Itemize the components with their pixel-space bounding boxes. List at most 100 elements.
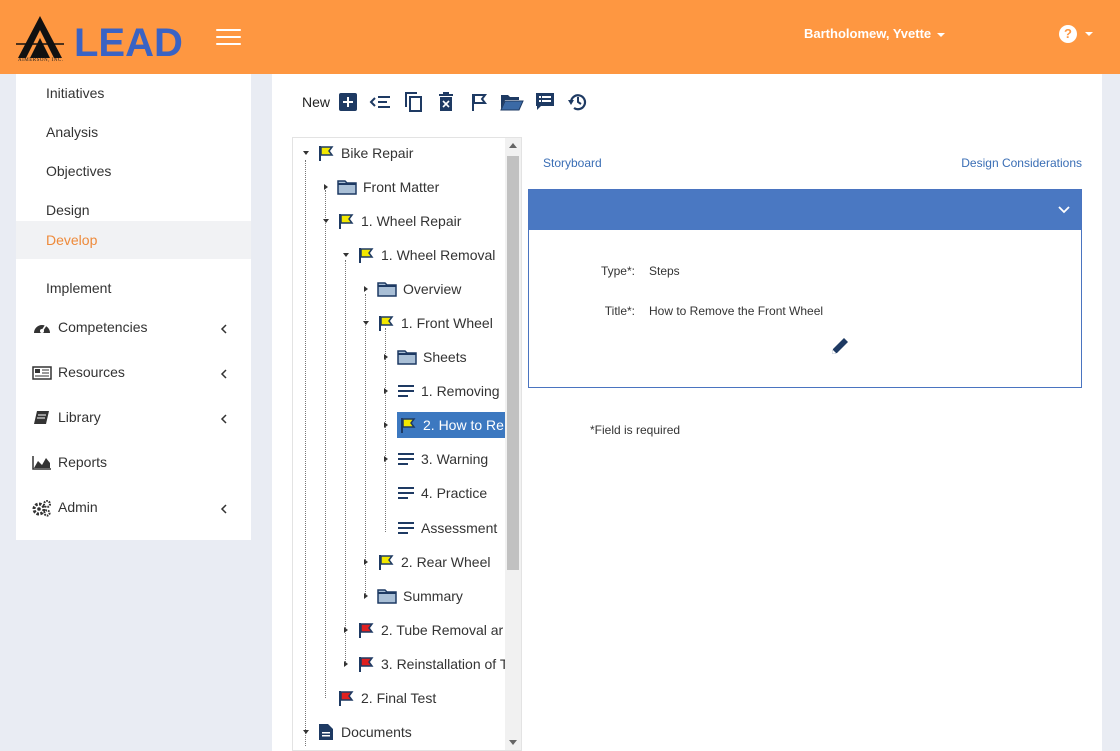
tree-node[interactable]: 1. Front Wheel: [361, 310, 493, 336]
chevron-left-icon: [220, 324, 227, 334]
expand-toggle[interactable]: [361, 284, 371, 294]
expand-toggle[interactable]: [321, 182, 331, 192]
newspaper-icon: [32, 366, 52, 380]
content-tree[interactable]: Bike Repair Front Matter 1. Wheel Repair…: [292, 137, 522, 751]
indent-button[interactable]: [368, 90, 392, 114]
tree-scrollbar-thumb[interactable]: [507, 156, 519, 570]
caret-down-icon: [1085, 32, 1093, 36]
flag-icon: [472, 94, 488, 111]
panel-header[interactable]: [529, 190, 1081, 230]
new-label: New: [302, 94, 331, 110]
tree-toolbar: New: [302, 90, 599, 114]
expand-toggle[interactable]: [341, 659, 351, 669]
text-lines-icon: [398, 522, 414, 534]
sidebar: Initiatives Analysis Objectives Design D…: [16, 74, 251, 540]
flag-red-icon: [359, 623, 374, 638]
scroll-up-icon[interactable]: [509, 143, 517, 148]
nav-label: Admin: [58, 499, 98, 515]
comment-list-icon: [536, 93, 555, 110]
copy-button[interactable]: [401, 90, 425, 114]
expand-toggle[interactable]: [381, 386, 391, 396]
logo-mark-icon: LEAD: [16, 16, 183, 65]
logo-subtitle: AIMERSON, INC.: [18, 58, 64, 63]
help-menu-dropdown[interactable]: ?: [1059, 25, 1093, 43]
caret-right-icon: [384, 422, 388, 428]
tree-node[interactable]: 2. Rear Wheel: [361, 549, 490, 575]
sidebar-item-analysis[interactable]: Analysis: [16, 113, 251, 151]
user-menu-dropdown[interactable]: Bartholomew, Yvette: [804, 26, 946, 41]
area-chart-icon: [32, 456, 51, 470]
tree-node[interactable]: Assessment: [381, 515, 497, 541]
tree-node[interactable]: Front Matter: [321, 174, 439, 200]
expand-toggle[interactable]: [341, 250, 351, 260]
document-icon: [319, 724, 333, 740]
expand-toggle[interactable]: [341, 625, 351, 635]
history-button[interactable]: [566, 90, 590, 114]
flag-red-icon: [359, 657, 374, 672]
tree-node[interactable]: 3. Warning: [381, 446, 488, 472]
chevron-left-icon: [220, 504, 227, 514]
expand-toggle[interactable]: [361, 591, 371, 601]
expand-toggle[interactable]: [381, 420, 391, 430]
comments-button[interactable]: [533, 90, 557, 114]
caret-down-icon: [303, 730, 309, 734]
sidebar-item-reports[interactable]: Reports: [16, 444, 251, 484]
sidebar-item-resources[interactable]: Resources: [16, 354, 251, 394]
tree-node[interactable]: Overview: [361, 276, 461, 302]
sidebar-item-implement[interactable]: Implement: [16, 269, 251, 307]
caret-down-icon: [323, 219, 329, 223]
tree-node[interactable]: Documents: [301, 719, 412, 745]
tree-node-selected[interactable]: 2. How to Re: [397, 412, 514, 438]
scroll-down-icon[interactable]: [509, 740, 517, 745]
expand-toggle[interactable]: [301, 148, 311, 158]
open-folder-button[interactable]: [500, 90, 524, 114]
tree-node[interactable]: Bike Repair: [301, 140, 413, 166]
tree-node[interactable]: 4. Practice: [381, 480, 487, 506]
tree-node[interactable]: 1. Wheel Repair: [321, 208, 461, 234]
tree-node[interactable]: 2. Tube Removal ar: [341, 617, 503, 643]
text-lines-icon: [398, 453, 414, 465]
help-icon: ?: [1059, 25, 1077, 43]
edit-button[interactable]: [829, 335, 851, 357]
sidebar-item-develop[interactable]: Develop: [16, 221, 251, 259]
tree-node[interactable]: Sheets: [381, 344, 467, 370]
folder-icon: [337, 180, 357, 195]
caret-right-icon: [384, 456, 388, 462]
flag-yellow-icon: [319, 146, 334, 161]
flag-button[interactable]: [467, 90, 491, 114]
storyboard-link[interactable]: Storyboard: [543, 156, 602, 170]
sidebar-item-library[interactable]: Library: [16, 399, 251, 439]
tree-node[interactable]: 2. Final Test: [321, 685, 436, 711]
tree-node[interactable]: 3. Reinstallation of T: [341, 651, 508, 677]
caret-right-icon: [364, 559, 368, 565]
expand-toggle[interactable]: [361, 557, 371, 567]
expand-toggle[interactable]: [301, 727, 311, 737]
nav-label: Competencies: [58, 319, 148, 335]
folder-icon: [377, 589, 397, 604]
sidebar-item-initiatives[interactable]: Initiatives: [16, 74, 251, 112]
tree-node[interactable]: 1. Removing: [381, 378, 500, 404]
text-lines-icon: [398, 487, 414, 499]
menu-toggle-button[interactable]: [216, 29, 241, 47]
tree-node[interactable]: Summary: [361, 583, 463, 609]
caret-right-icon: [324, 184, 328, 190]
new-item-button[interactable]: [336, 90, 360, 114]
delete-button[interactable]: [434, 90, 458, 114]
chevron-left-icon: [220, 414, 227, 424]
expand-toggle[interactable]: [381, 454, 391, 464]
details-panel: Type*: Steps Title*: How to Remove the F…: [528, 189, 1082, 388]
sidebar-item-objectives[interactable]: Objectives: [16, 152, 251, 190]
tree-node[interactable]: 1. Wheel Removal: [341, 242, 495, 268]
folder-icon: [397, 350, 417, 365]
type-label: Type*:: [600, 264, 635, 278]
main-panel: New Bike Repair Front Matter 1. Wheel Re…: [272, 74, 1102, 751]
chevron-down-icon[interactable]: [1057, 202, 1071, 216]
expand-toggle[interactable]: [321, 216, 331, 226]
sidebar-item-competencies[interactable]: Competencies: [16, 309, 251, 349]
expand-toggle[interactable]: [361, 318, 371, 328]
expand-toggle[interactable]: [381, 352, 391, 362]
required-note: *Field is required: [590, 423, 681, 437]
design-considerations-link[interactable]: Design Considerations: [961, 156, 1082, 170]
sidebar-item-admin[interactable]: Admin: [16, 489, 251, 529]
tree-node[interactable]: 2. How to Re: [381, 412, 514, 438]
